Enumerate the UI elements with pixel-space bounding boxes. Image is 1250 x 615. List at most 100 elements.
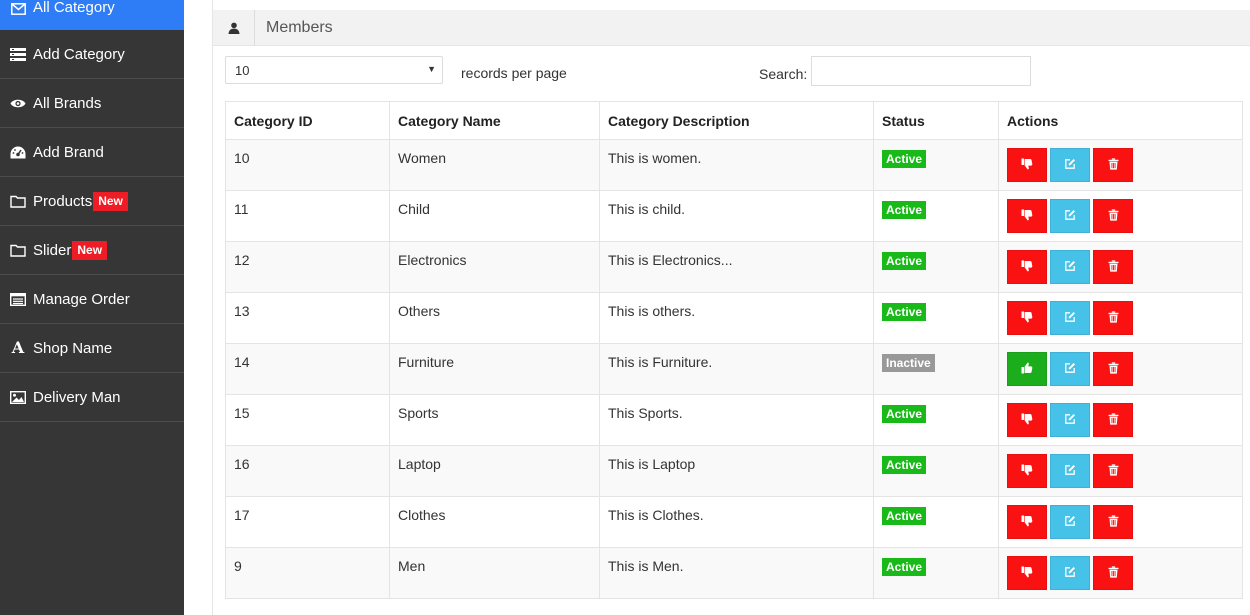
column-header[interactable]: Status [873, 101, 999, 140]
deactivate-button[interactable] [1007, 148, 1047, 182]
sidebar-item-slider[interactable]: Slider New [0, 226, 184, 275]
edit-button[interactable] [1050, 556, 1090, 590]
sidebar: All Category Add Category All Brands Add Br… [0, 0, 184, 615]
sidebar-item-label: All Brands [33, 94, 102, 112]
delete-button[interactable] [1093, 454, 1133, 488]
sidebar-item-all-category[interactable]: All Category [0, 0, 184, 30]
status-cell: Active [873, 139, 999, 191]
records-per-page-value: 10 [235, 63, 250, 78]
status-cell: Active [873, 394, 999, 446]
category-id-cell: 17 [225, 496, 390, 548]
dashboard-icon [10, 145, 26, 159]
delete-button[interactable] [1093, 250, 1133, 284]
category-id-cell: 13 [225, 292, 390, 344]
category-description-cell: This is Furniture. [599, 343, 874, 395]
deactivate-button[interactable] [1007, 301, 1047, 335]
status-badge: Active [882, 150, 927, 168]
list-icon [10, 47, 26, 61]
thumbs-up-icon [1021, 361, 1033, 377]
actions-cell [998, 241, 1243, 293]
new-badge: New [93, 191, 128, 211]
category-name-cell: Men [389, 547, 600, 599]
delete-button[interactable] [1093, 352, 1133, 386]
delete-button[interactable] [1093, 505, 1133, 539]
delete-button[interactable] [1093, 403, 1133, 437]
actions-cell [998, 445, 1243, 497]
edit-button[interactable] [1050, 352, 1090, 386]
table-header-row: Category ID Category Name Category Descr… [225, 101, 1243, 140]
category-name-cell: Others [389, 292, 600, 344]
deactivate-button[interactable] [1007, 403, 1047, 437]
category-description-cell: This is others. [599, 292, 874, 344]
panel-header: Members [213, 9, 1250, 46]
column-header[interactable]: Category Name [389, 101, 600, 140]
sidebar-item-all-brands[interactable]: All Brands [0, 79, 184, 128]
status-cell: Active [873, 241, 999, 293]
search-label: Search: [759, 66, 808, 82]
sidebar-item-products[interactable]: Products New [0, 177, 184, 226]
edit-button[interactable] [1050, 454, 1090, 488]
edit-button[interactable] [1050, 199, 1090, 233]
status-cell: Active [873, 496, 999, 548]
edit-icon [1064, 361, 1076, 377]
delete-button[interactable] [1093, 148, 1133, 182]
sidebar-item-label: Slider [33, 241, 72, 259]
status-cell: Active [873, 445, 999, 497]
delete-button[interactable] [1093, 199, 1133, 233]
column-header[interactable]: Category ID [225, 101, 390, 140]
status-badge: Inactive [882, 354, 935, 372]
sidebar-item-delivery-man[interactable]: Delivery Man [0, 373, 184, 422]
deactivate-button[interactable] [1007, 454, 1047, 488]
delete-button[interactable] [1093, 301, 1133, 335]
table-row: 10 Women This is women. Active [225, 139, 1243, 191]
deactivate-button[interactable] [1007, 505, 1047, 539]
actions-cell [998, 496, 1243, 548]
status-cell: Active [873, 292, 999, 344]
sidebar-item-manage-order[interactable]: Manage Order [0, 275, 184, 324]
edit-button[interactable] [1050, 403, 1090, 437]
envelope-icon [10, 2, 26, 16]
table-body: 10 Women This is women. Active 11 Child This i… [225, 139, 1243, 599]
actions-cell [998, 343, 1243, 395]
trash-icon [1108, 259, 1119, 275]
edit-button[interactable] [1050, 250, 1090, 284]
sidebar-item-add-brand[interactable]: Add Brand [0, 128, 184, 177]
status-badge: Active [882, 252, 927, 270]
table-row: 17 Clothes This is Clothes. Active [225, 496, 1243, 548]
trash-icon [1108, 208, 1119, 224]
category-id-cell: 15 [225, 394, 390, 446]
edit-button[interactable] [1050, 505, 1090, 539]
deactivate-button[interactable] [1007, 199, 1047, 233]
sidebar-item-label: Manage Order [33, 290, 130, 308]
sidebar-item-shop-name[interactable]: A Shop Name [0, 324, 184, 373]
status-cell: Active [873, 547, 999, 599]
table-row: 16 Laptop This is Laptop Active [225, 445, 1243, 497]
actions-cell [998, 394, 1243, 446]
delete-button[interactable] [1093, 556, 1133, 590]
new-badge: New [72, 240, 108, 260]
font-icon: A [11, 338, 25, 357]
table-row: 15 Sports This Sports. Active [225, 394, 1243, 446]
deactivate-button[interactable] [1007, 250, 1047, 284]
records-per-page-select[interactable]: 10 ▼ [225, 56, 443, 84]
folder-icon [10, 194, 26, 208]
sidebar-item-label: All Category [33, 0, 115, 16]
deactivate-button[interactable] [1007, 556, 1047, 590]
table-icon [10, 292, 26, 306]
status-badge: Active [882, 507, 927, 525]
edit-button[interactable] [1050, 301, 1090, 335]
status-cell: Inactive [873, 343, 999, 395]
category-description-cell: This is Clothes. [599, 496, 874, 548]
sidebar-item-label: Add Category [33, 45, 125, 63]
thumbs-down-icon [1021, 310, 1033, 326]
table-row: 12 Electronics This is Electronics... Activ… [225, 241, 1243, 293]
activate-button[interactable] [1007, 352, 1047, 386]
column-header[interactable]: Category Description [599, 101, 874, 140]
search-input[interactable] [811, 56, 1031, 86]
actions-cell [998, 547, 1243, 599]
status-badge: Active [882, 558, 927, 576]
sidebar-item-label: Delivery Man [33, 388, 121, 406]
edit-button[interactable] [1050, 148, 1090, 182]
edit-icon [1064, 208, 1076, 224]
sidebar-item-add-category[interactable]: Add Category [0, 30, 184, 79]
